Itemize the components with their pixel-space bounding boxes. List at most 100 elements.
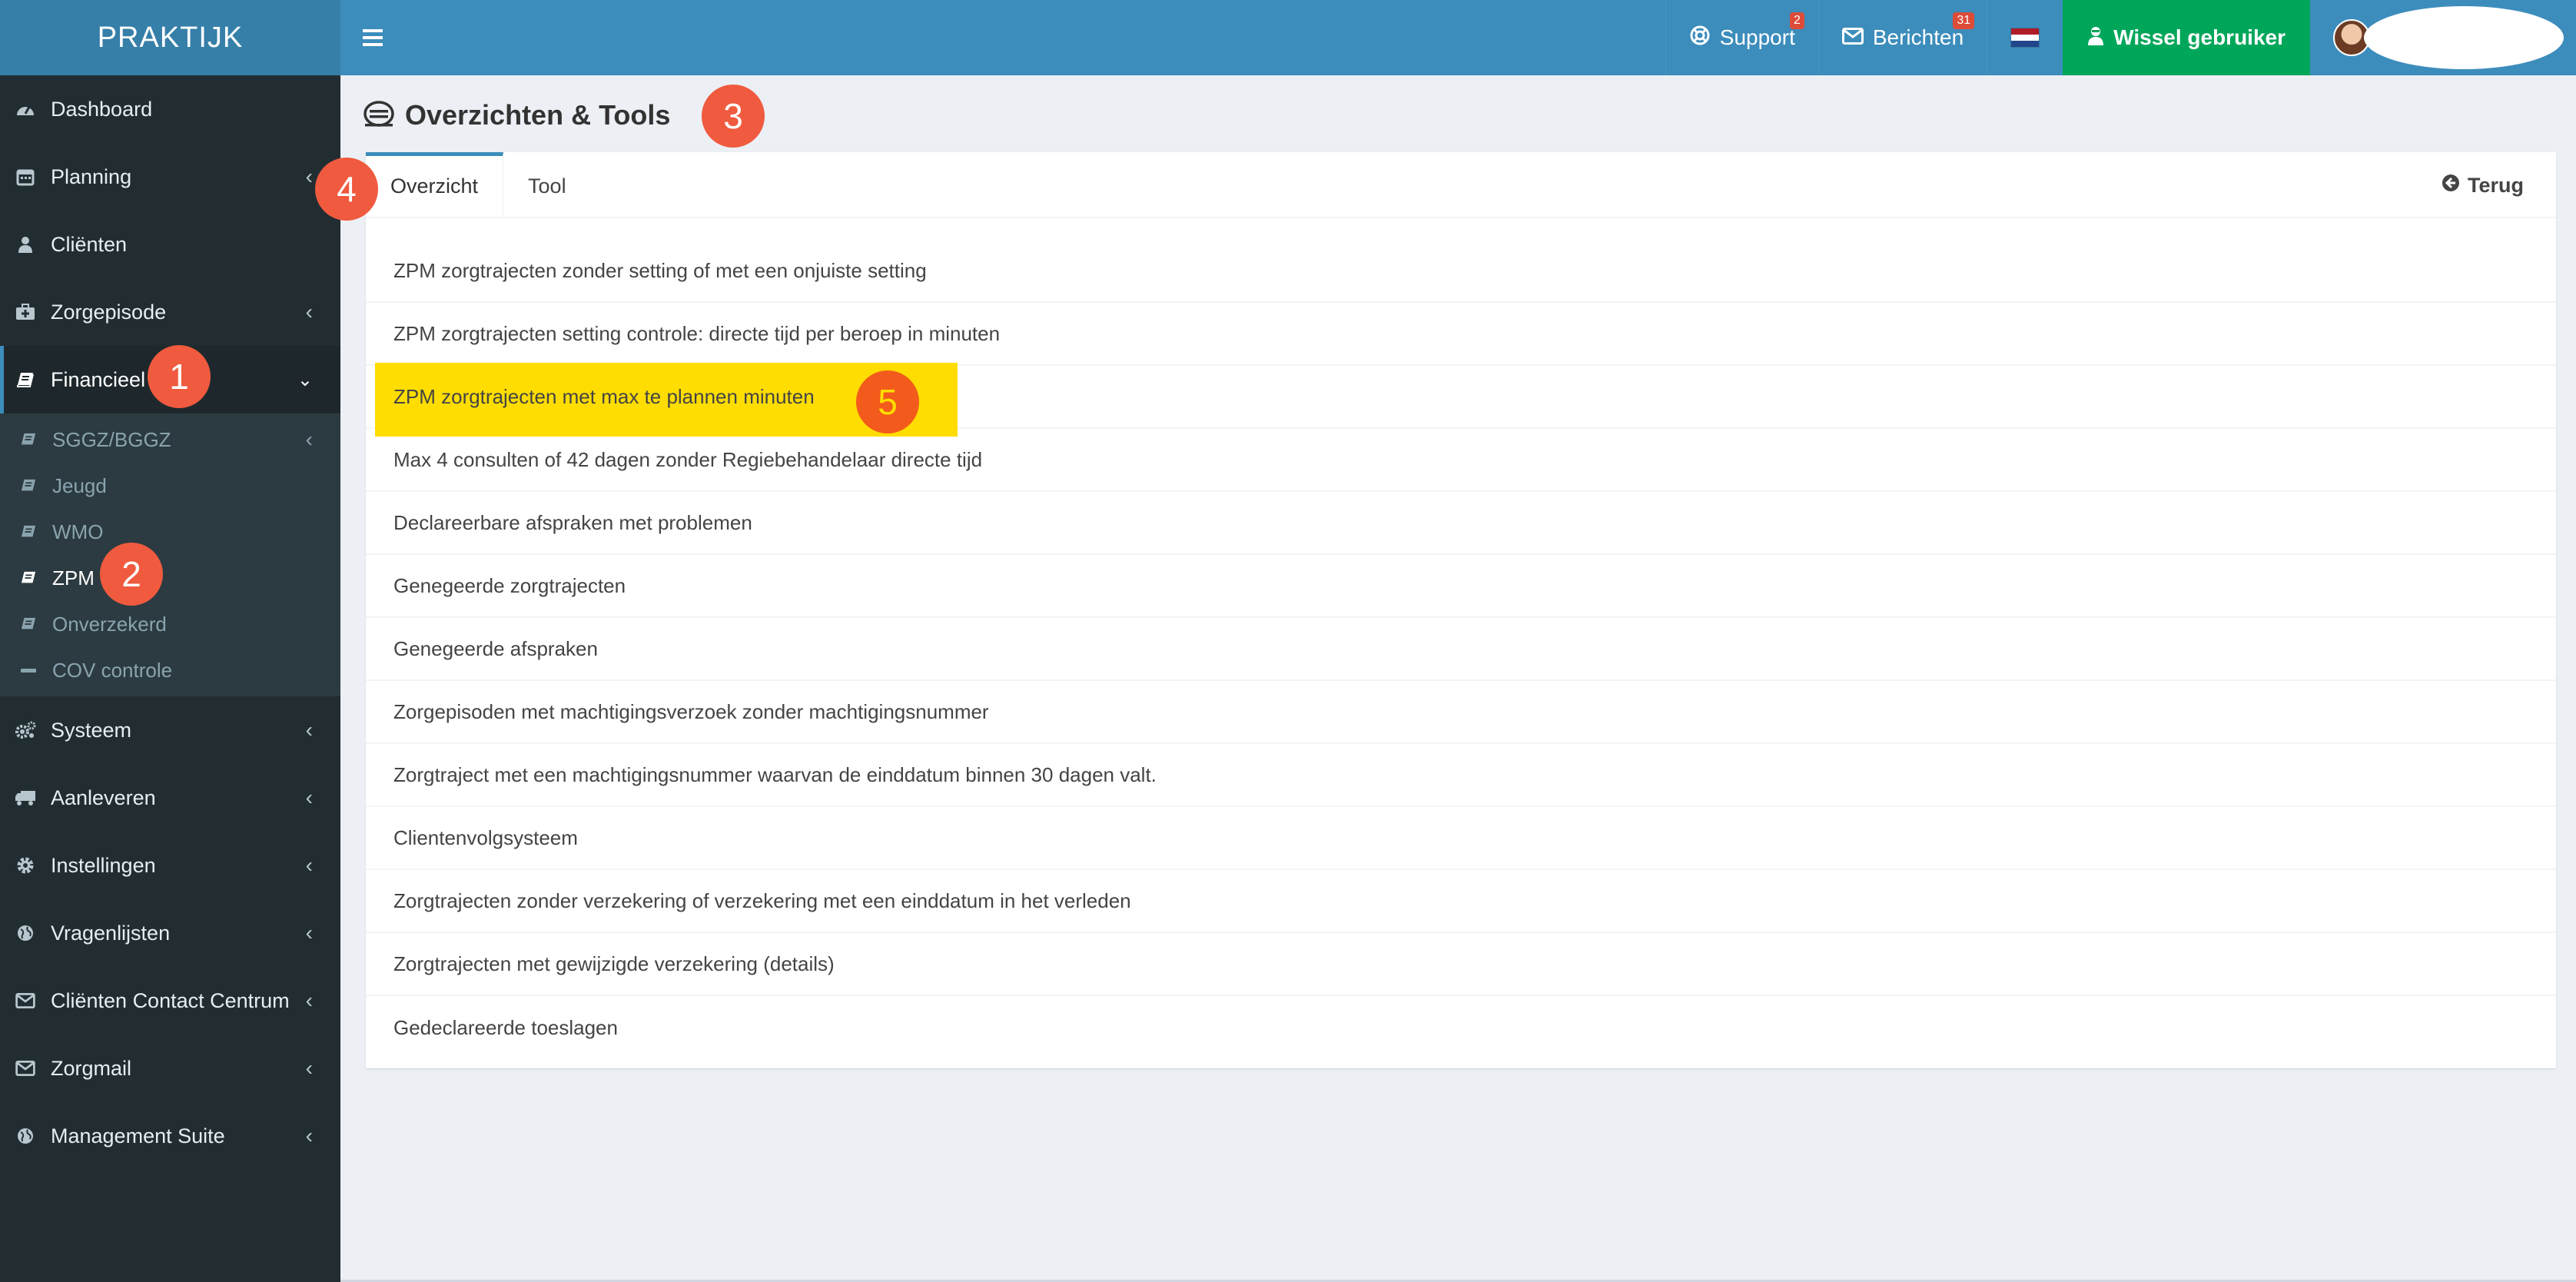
annotation-marker-4: 4 [315,158,378,221]
sidebar-item-label: Zorgepisode [51,300,167,324]
sidebar-item-label: Dashboard [51,97,153,121]
menu-icon[interactable] [340,0,405,75]
sidebar-item-management-suite[interactable]: Management Suite ‹ [0,1102,340,1170]
list-item[interactable]: Genegeerde zorgtrajecten [366,555,2556,618]
medkit-icon [14,302,37,322]
sidebar-subitem-cov-controle[interactable]: COV controle [0,647,340,693]
book-icon [18,524,38,540]
back-button[interactable]: Terug [2442,152,2524,218]
sidebar-item-instellingen[interactable]: Instellingen ‹ [0,832,340,899]
annotation-marker-2: 2 [100,543,163,606]
envelope-icon [14,991,37,1011]
tab-overzicht[interactable]: Overzicht [366,152,504,217]
sidebar-item-label: Planning [51,164,132,188]
sidebar-item-label: Zorgmail [51,1056,132,1080]
list-item[interactable]: Declareerbare afspraken met problemen [366,492,2556,555]
tab-tool[interactable]: Tool [503,152,591,217]
sidebar-item-clienten[interactable]: Cliënten [0,211,340,278]
chevron-left-icon: ‹ [305,853,313,877]
sidebar-item-label: Cliënten [51,232,128,256]
sidebar-subitem-label: Jeugd [52,473,107,497]
list-item[interactable]: ZPM zorgtrajecten setting controle: dire… [366,303,2556,366]
sidebar-item-label: Management Suite [51,1124,225,1147]
book-icon [18,616,38,632]
list-item[interactable]: Zorgepisoden met machtigingsverzoek zond… [366,681,2556,744]
chevron-left-icon: ‹ [305,921,313,945]
sidebar-item-planning[interactable]: Planning ‹ [0,143,340,211]
sidebar-item-dashboard[interactable]: Dashboard [0,75,340,143]
list-item[interactable]: Zorgtrajecten met gewijzigde verzekering… [366,933,2556,996]
tab-bar: Overzicht Tool Terug [366,152,2556,218]
switch-user-label: Wissel gebruiker [2113,25,2286,49]
globe-icon [14,1126,37,1146]
sidebar-item-vragenlijsten[interactable]: Vragenlijsten ‹ [0,899,340,967]
overview-box: Overzicht Tool Terug ZPM zorgtrajecten z… [366,152,2556,1068]
book-icon [14,370,37,390]
messages-button[interactable]: Berichten 31 [1817,0,1987,75]
chevron-left-icon: ‹ [305,718,313,742]
chevron-left-icon: ‹ [305,785,313,809]
list-item[interactable]: Gedeclareerde toeslagen [366,996,2556,1059]
chevron-left-icon: ‹ [305,988,313,1012]
page-header: Overzichten & Tools [340,75,2576,155]
list-item[interactable]: Zorgtraject met een machtigingsnummer wa… [366,744,2556,807]
page-title: Overzichten & Tools [405,99,671,131]
messages-label: Berichten [1872,25,1964,49]
sidebar-subitem-onverzekerd[interactable]: Onverzekerd [0,601,340,647]
globe-icon [14,923,37,943]
sidebar-subitem-label: COV controle [52,658,173,682]
sidebar-item-clienten-contact-centrum[interactable]: Cliënten Contact Centrum ‹ [0,967,340,1035]
support-badge: 2 [1789,12,1804,29]
user-menu[interactable] [2310,0,2576,75]
envelope-icon [14,1058,37,1078]
sidebar-item-zorgepisode[interactable]: Zorgepisode ‹ [0,278,340,346]
language-selector[interactable] [1987,0,2063,75]
chevron-left-icon: ‹ [305,164,313,188]
gear-icon [14,855,37,875]
list-item[interactable]: Genegeerde afspraken [366,618,2556,681]
sidebar-item-label: Instellingen [51,853,156,877]
back-label: Terug [2468,173,2524,197]
user-name-redacted [2364,6,2564,69]
sidebar: Dashboard Planning ‹ Cliënten Zorgepisod… [0,75,340,1282]
overview-list: ZPM zorgtrajecten zonder setting of met … [366,218,2556,1059]
list-item[interactable]: Clientenvolgsysteem [366,807,2556,870]
list-item[interactable]: Max 4 consulten of 42 dagen zonder Regie… [366,429,2556,492]
hdd-icon [363,100,394,131]
sidebar-subitem-label: WMO [52,520,104,543]
cogs-icon [14,720,37,740]
user-secret-icon [2087,25,2104,51]
sidebar-item-label: Vragenlijsten [51,921,171,945]
annotation-marker-5: 5 [856,370,919,433]
list-item-highlighted[interactable]: ZPM zorgtrajecten met max te plannen min… [366,363,2556,437]
dashboard-icon [14,99,37,119]
chevron-left-icon: ‹ [305,300,313,324]
sidebar-subitem-sggz-bggz[interactable]: SGGZ/BGGZ ‹ [0,417,340,463]
sidebar-subitem-zpm[interactable]: ZPM [0,555,340,601]
sidebar-item-zorgmail[interactable]: Zorgmail ‹ [0,1035,340,1102]
chevron-left-icon: ‹ [305,1124,313,1147]
calendar-icon [14,167,37,187]
switch-user-button[interactable]: Wissel gebruiker [2063,0,2310,75]
sidebar-item-systeem[interactable]: Systeem ‹ [0,696,340,764]
chevron-down-icon: ⌄ [297,369,313,390]
financieel-submenu: SGGZ/BGGZ ‹ Jeugd WMO ZPM Onverzekerd CO… [0,413,340,696]
book-icon [18,432,38,447]
sidebar-item-aanleveren[interactable]: Aanleveren ‹ [0,764,340,832]
nl-flag-icon [2010,28,2040,48]
truck-icon [14,788,37,808]
list-item[interactable]: Zorgtrajecten zonder verzekering of verz… [366,870,2556,933]
book-icon [18,570,38,586]
sidebar-subitem-label: SGGZ/BGGZ [52,427,171,451]
chevron-left-icon: ‹ [305,1056,313,1080]
circle-arrow-left-icon [2442,174,2460,198]
list-item[interactable]: ZPM zorgtrajecten zonder setting of met … [366,240,2556,303]
sidebar-subitem-wmo[interactable]: WMO [0,509,340,555]
support-button[interactable]: Support 2 [1665,0,1818,75]
annotation-marker-3: 3 [702,85,765,148]
sidebar-item-label: Financieel [51,367,146,391]
sidebar-subitem-jeugd[interactable]: Jeugd [0,463,340,509]
lifebuoy-icon [1689,25,1711,51]
minus-icon [18,663,38,678]
brand-logo[interactable]: PRAKTIJK [0,0,340,75]
